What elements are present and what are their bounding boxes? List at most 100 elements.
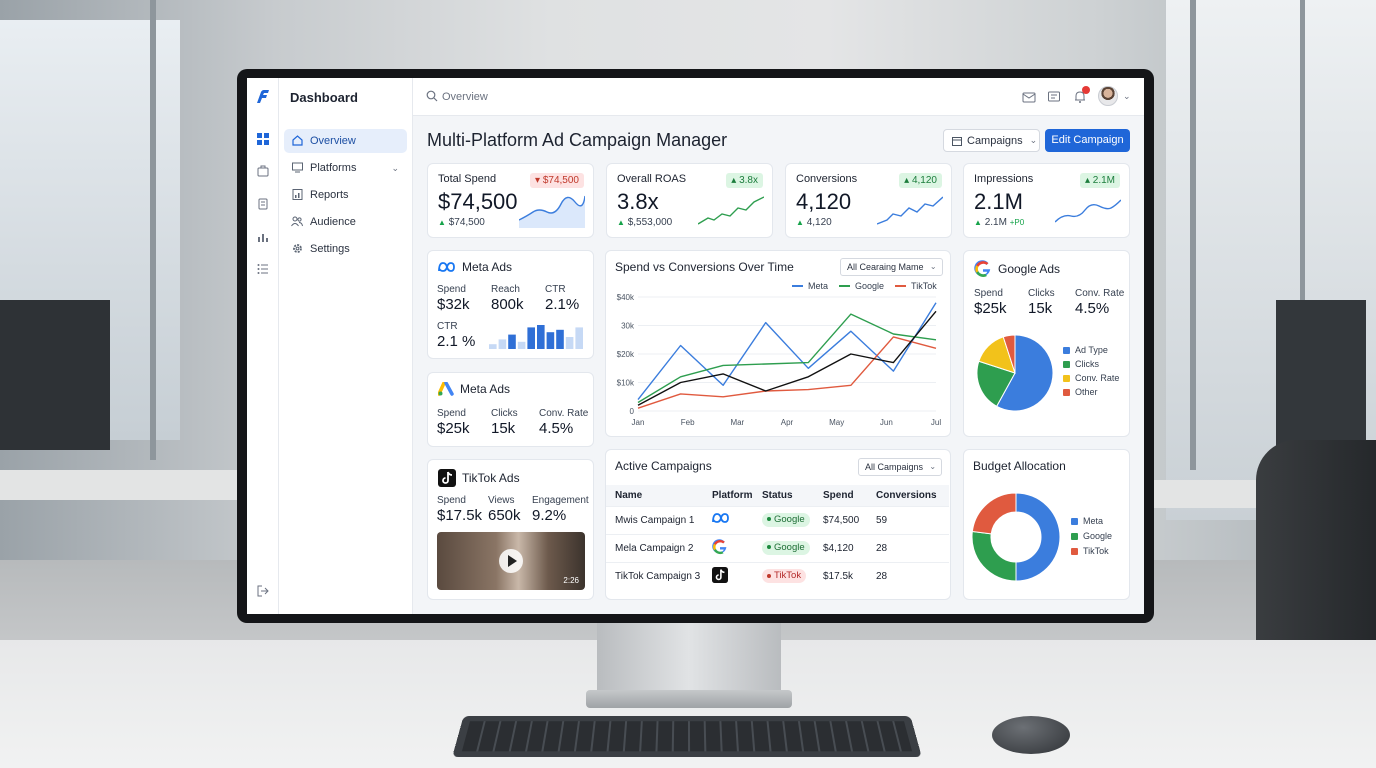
column-header[interactable]: Spend [814,485,867,506]
bar-chart-icon[interactable] [255,231,271,247]
bar [517,341,526,349]
kpi-badge: ▴ 4,120 [899,173,942,188]
sidebar-item-platforms[interactable]: Platforms ⌄ [284,156,407,180]
sidebar-item-reports[interactable]: Reports [284,183,407,207]
kpi-card-total-spend[interactable]: Total Spend ▾ $74,500 $74,500 ▲ $74,500 [427,163,594,238]
dashboard-screen: Dashboard Overview Platforms ⌄ Reports A… [247,78,1144,614]
x-tick-label: Mar [730,418,744,427]
campaigns-button-label: Campaigns [967,134,1023,147]
campaigns-table: Name Platform Status Spend Conversions M… [606,485,949,590]
stat-value: 4.5% [539,420,574,437]
stat-label: Conv. Rate [1075,288,1125,299]
kpi-card-impressions[interactable]: Impressions ▴ 2.1M 2.1M ▲ 2.1M +P0 [963,163,1130,238]
budget-allocation-card: Budget Allocation Meta Google TikTok [963,449,1130,600]
kpi-card-overall-roas[interactable]: Overall ROAS ▴ 3.8x 3.8x ▲ $,553,000 [606,163,773,238]
bar [498,339,507,349]
monitor-stand-base [586,690,792,708]
spend-vs-conversions-card: Spend vs Conversions Over Time All Ceara… [605,250,951,437]
sidebar-item-label: Audience [310,216,356,228]
legend-item: Meta [1071,516,1112,526]
sidebar-item-overview[interactable]: Overview [284,129,407,153]
edit-campaign-button[interactable]: Edit Campaign [1045,129,1130,152]
stat-value: 800k [491,296,524,313]
campaign-name: Mwis Campaign 1 [606,505,703,534]
series-line-meta [637,302,937,401]
document-icon[interactable] [255,198,271,214]
list-icon[interactable] [255,263,271,279]
spend-cell: $74,500 [814,505,867,534]
message-icon[interactable] [1047,90,1061,104]
campaigns-filter-dropdown[interactable]: All Campaigns ⌄ [858,458,943,476]
stat-value: 9.2% [532,507,567,524]
active-campaigns-card: Active Campaigns All Campaigns ⌄ Name Pla… [605,449,951,600]
spend-cell: $17.5k [814,561,867,590]
column-header[interactable]: Platform [703,485,753,506]
legend-label: TikTok [911,281,937,291]
sidebar-item-label: Platforms [310,162,357,174]
kpi-badge: ▴ 3.8x [726,173,763,188]
bar [489,344,497,349]
stat-label: Spend [437,495,466,506]
pie-legend: Ad Type Clicks Conv. Rate Other [1063,345,1119,397]
tiktok-ads-card[interactable]: TikTok Ads Spend $17.5k Views 650k Engag… [427,459,594,600]
video-duration: 2:26 [563,576,579,585]
card-title: TikTok Ads [438,469,520,487]
campaigns-dropdown-button[interactable]: Campaigns ⌄ [943,129,1040,152]
column-header[interactable]: Status [753,485,814,506]
spend-cell: $4,120 [814,533,867,562]
bar [556,329,564,349]
briefcase-icon[interactable] [255,165,271,181]
play-icon[interactable] [499,549,523,573]
search-input[interactable]: Overview [442,91,488,103]
stat-value: 15k [1028,300,1053,317]
chart-filter-dropdown[interactable]: All Cearaing Mame ⌄ [840,258,943,276]
kpi-subvalue: ▲ 4,120 [796,217,832,228]
slice-tiktok [971,492,1017,535]
x-tick-label: Jan [632,418,645,427]
grid-icon[interactable] [255,133,271,149]
status-badge: Google [762,541,810,555]
logout-icon[interactable] [255,585,271,601]
stat-value: 2.1% [545,296,580,313]
kpi-value: $74,500 [438,189,518,214]
bar [537,325,545,349]
stat-value: $25k [974,300,1007,317]
chevron-down-icon: ⌄ [1029,135,1038,145]
table-row[interactable]: TikTok Campaign 3 TikTok $17.5k 28 [606,561,949,590]
table-row[interactable]: Mela Campaign 2 Google $4,120 28 [606,533,949,562]
google-ads-card[interactable]: Google Ads Spend $25k Clicks 15k Conv. R… [963,250,1130,437]
x-tick-label: Feb [681,418,695,427]
meta-logo-icon [438,261,455,272]
table-header-row: Name Platform Status Spend Conversions [606,485,949,506]
stat-label: Spend [974,288,1003,299]
kpi-subvalue: ▲ $74,500 [438,217,485,228]
meta-ads-card[interactable]: Meta Ads Spend $32k Reach 800k CTR 2.1% … [427,250,594,359]
legend-swatch-meta [792,285,803,287]
video-thumbnail[interactable]: 2:26 [437,532,585,590]
inbox-icon[interactable] [1022,90,1036,104]
column-header[interactable]: Name [606,485,703,506]
status-badge: TikTok [762,569,807,584]
conversions-cell: 28 [867,533,949,562]
x-tick-label: Jul [931,418,941,427]
tiktok-logo-icon [438,469,456,487]
table-row[interactable]: Mwis Campaign 1 Google $74,500 59 [606,505,949,534]
legend-item: Ad Type [1063,345,1119,355]
legend-item: Conv. Rate [1063,373,1119,383]
chevron-down-icon[interactable]: ⌄ [1123,91,1131,102]
app-title: Dashboard [290,90,358,105]
slice-google [971,530,1017,582]
stat-label: CTR [545,284,566,295]
kpi-card-conversions[interactable]: Conversions ▴ 4,120 4,120 ▲ 4,120 [785,163,952,238]
kpi-badge: ▴ 2.1M [1079,173,1120,188]
meta-ads-card-2[interactable]: Meta Ads Spend $25k Clicks 15k Conv. Rat… [427,372,594,447]
column-header[interactable]: Conversions [867,485,949,506]
avatar[interactable] [1098,86,1118,106]
sidebar-item-audience[interactable]: Audience [284,210,407,234]
series-line-google [637,313,937,404]
campaign-name: TikTok Campaign 3 [606,561,703,590]
y-tick-label: $40k [617,293,635,302]
sidebar-item-settings[interactable]: Settings [284,237,407,261]
search-icon[interactable] [426,90,438,102]
sparkline [519,195,585,228]
